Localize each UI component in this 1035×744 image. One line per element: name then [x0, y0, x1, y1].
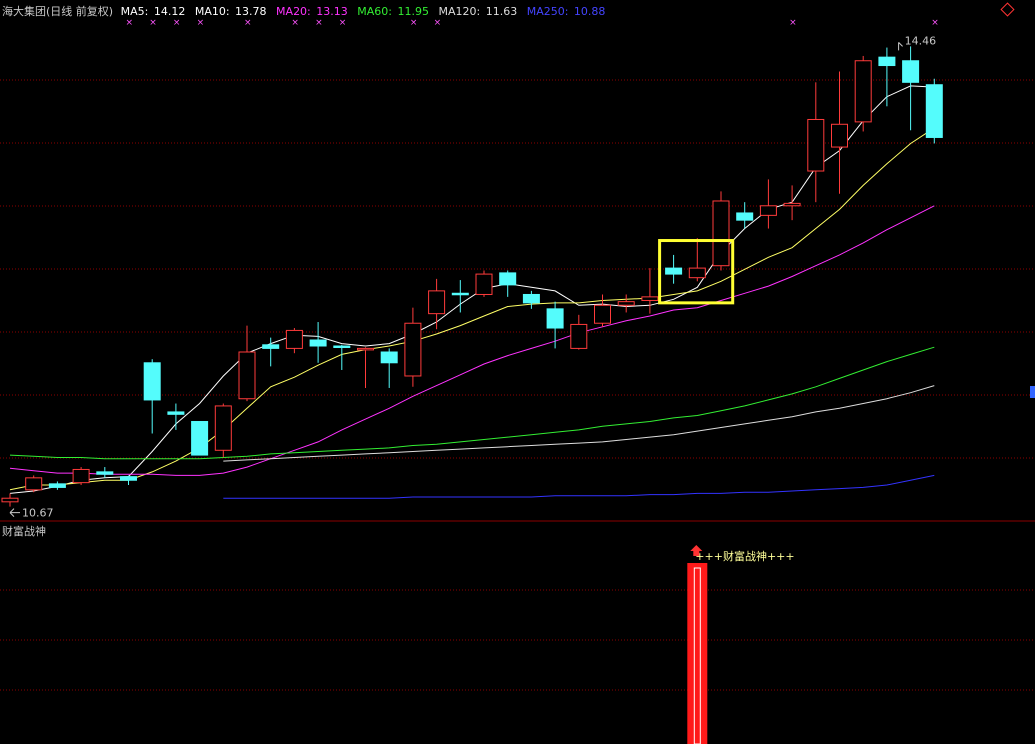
marker-x: × [291, 18, 299, 28]
candle-body [759, 205, 777, 216]
ma250-value: 10.88 [574, 5, 606, 18]
ma20-value: 13.13 [316, 5, 348, 18]
ma10-label: MA10: [195, 5, 230, 18]
candle-body [357, 347, 374, 351]
ma5-label: MA5: [121, 5, 149, 18]
candle-body [428, 290, 446, 315]
candle-body [546, 308, 564, 329]
candle-body [499, 272, 517, 286]
lower-panel-title: 财富战神 [2, 524, 46, 538]
candle-body [120, 476, 137, 481]
marker-x: × [244, 18, 252, 28]
marker-x: × [931, 18, 939, 28]
candle-body [404, 322, 422, 377]
marker-x: × [410, 18, 418, 28]
candle-body [617, 301, 635, 306]
ma250-label: MA250: [527, 5, 569, 18]
marker-x: × [315, 18, 323, 28]
stock-chart: × × × × × × × × × × × × 14.46 10.67 海大集团(日线 前复权) MA… [0, 0, 1035, 744]
low-price-label: 10.67 [22, 507, 54, 520]
candle-body [925, 84, 943, 138]
candle-body [25, 477, 43, 491]
candle-body [475, 273, 493, 295]
candle-body [831, 123, 848, 148]
candle-body [783, 202, 801, 207]
scroll-indicator[interactable] [1030, 386, 1035, 398]
candle-body [570, 323, 588, 349]
candle-body [712, 200, 730, 267]
ma5-value: 14.12 [154, 5, 186, 18]
candle-body [1, 497, 19, 503]
ma60-value: 11.95 [397, 5, 429, 18]
chart-title: 海大集团(日线 前复权) [2, 4, 113, 18]
candle-body [902, 60, 920, 83]
candle-body [380, 351, 398, 364]
candle-body [736, 212, 754, 221]
candle-body [309, 339, 327, 347]
marker-x: × [789, 18, 797, 28]
candle-body [522, 293, 540, 304]
candle-body [451, 292, 469, 296]
candle-body [665, 267, 683, 275]
candle-body [641, 296, 659, 301]
marker-x: × [197, 18, 205, 28]
signal-bars [687, 563, 708, 744]
candle-body [214, 405, 232, 451]
candle-body [807, 118, 825, 172]
candle-body [594, 304, 611, 324]
candle-body [285, 329, 303, 349]
marker-x: × [126, 18, 134, 28]
candle-body [191, 421, 209, 456]
candle-body [72, 468, 90, 484]
ma60-label: MA60: [357, 5, 392, 18]
marker-x: × [173, 18, 181, 28]
marker-x: × [339, 18, 347, 28]
candle-body [333, 345, 351, 349]
candle-body [238, 351, 256, 400]
chart-header: 海大集团(日线 前复权) MA5: 14.12 MA10: 13.78 MA20… [2, 4, 605, 18]
candle-body [262, 344, 280, 349]
signal-bar [687, 563, 708, 744]
candle-body [167, 411, 185, 415]
candle-body [688, 267, 706, 279]
ma120-label: MA120: [438, 5, 480, 18]
candle-body [96, 471, 114, 475]
candle-body [143, 362, 161, 401]
marker-x: × [434, 18, 442, 28]
candle-body [854, 60, 872, 123]
marker-x: × [149, 18, 157, 28]
high-price-label: 14.46 [905, 34, 937, 47]
signal-label: +++财富战神+++ [695, 549, 794, 563]
ma120-value: 11.63 [486, 5, 518, 18]
candle-body [48, 483, 66, 488]
ma10-value: 13.78 [235, 5, 267, 18]
ma20-label: MA20: [276, 5, 311, 18]
candle-body [878, 56, 896, 67]
